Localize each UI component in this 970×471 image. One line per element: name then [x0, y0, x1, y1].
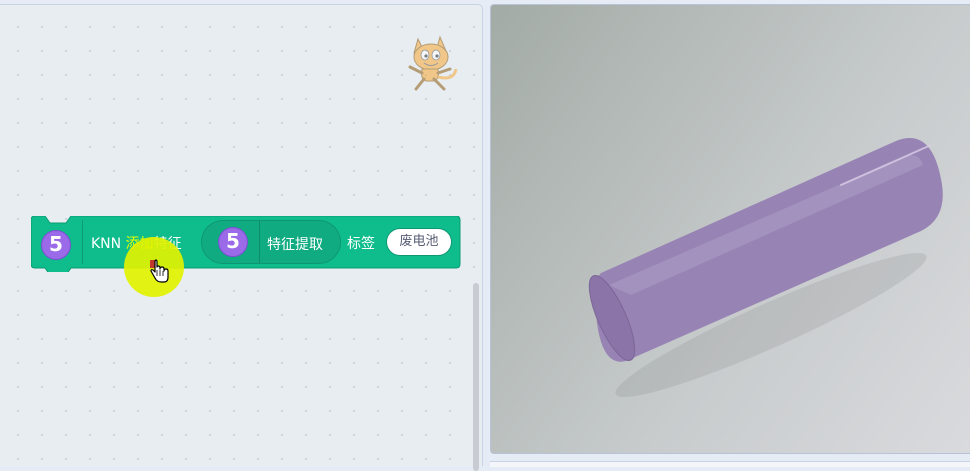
battery-image [588, 138, 943, 398]
knn-extension-icon: 5 [218, 227, 248, 257]
feature-extract-reporter[interactable]: 5 特征提取 [201, 220, 341, 264]
reporter-label: 特征提取 [267, 237, 323, 253]
workspace-scrollbar[interactable] [473, 283, 479, 471]
stage-footer [490, 461, 970, 467]
label-word: 标签 [347, 236, 375, 252]
icon-separator [82, 220, 83, 264]
knn-extension-icon: 5 [41, 230, 71, 260]
scratch-cat-icon[interactable] [400, 31, 462, 95]
stage-camera-view[interactable] [490, 4, 970, 454]
reporter-separator [259, 221, 260, 263]
hand-pointer-icon [150, 259, 169, 283]
label-input[interactable]: 废电池 [386, 228, 452, 256]
block-label-prefix: KNN [91, 236, 126, 252]
